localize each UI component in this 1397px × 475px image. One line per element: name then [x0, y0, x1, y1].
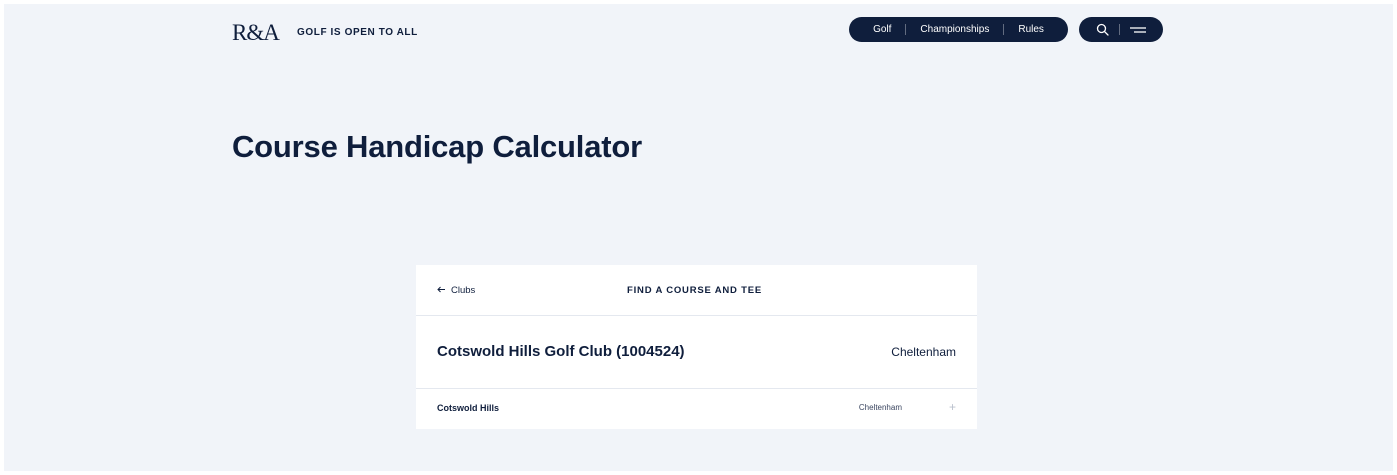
nav-divider [1003, 24, 1005, 35]
club-name: Cotswold Hills Golf Club (1004524) [437, 343, 685, 360]
course-row[interactable]: Cotswold Hills Cheltenham + [416, 389, 977, 429]
main-nav: Golf Championships Rules [849, 17, 1068, 42]
back-to-clubs-link[interactable]: Clubs [437, 285, 475, 296]
tagline: GOLF IS OPEN TO ALL [297, 27, 418, 38]
search-icon[interactable] [1096, 23, 1109, 36]
nav-golf[interactable]: Golf [873, 24, 891, 35]
back-link-label: Clubs [451, 285, 476, 296]
ra-logo[interactable]: R&A [232, 20, 280, 46]
nav-championships[interactable]: Championships [920, 24, 989, 35]
page-title: Course Handicap Calculator [232, 129, 642, 164]
card-header: Clubs FIND A COURSE AND TEE [416, 265, 977, 316]
tools-divider [1119, 24, 1120, 35]
course-finder-card: Clubs FIND A COURSE AND TEE Cotswold Hil… [416, 265, 977, 429]
plus-icon[interactable]: + [949, 401, 956, 413]
nav-divider [905, 24, 907, 35]
tools-nav [1079, 17, 1163, 42]
arrow-left-icon [437, 285, 445, 296]
card-title: FIND A COURSE AND TEE [627, 285, 763, 296]
page: R&A GOLF IS OPEN TO ALL Golf Championshi… [4, 4, 1393, 471]
nav-rules[interactable]: Rules [1018, 24, 1044, 35]
club-row: Cotswold Hills Golf Club (1004524) Chelt… [416, 316, 977, 389]
course-name: Cotswold Hills [437, 403, 500, 413]
menu-icon[interactable] [1130, 25, 1146, 35]
course-town: Cheltenham [858, 403, 902, 412]
club-town: Cheltenham [891, 345, 956, 359]
